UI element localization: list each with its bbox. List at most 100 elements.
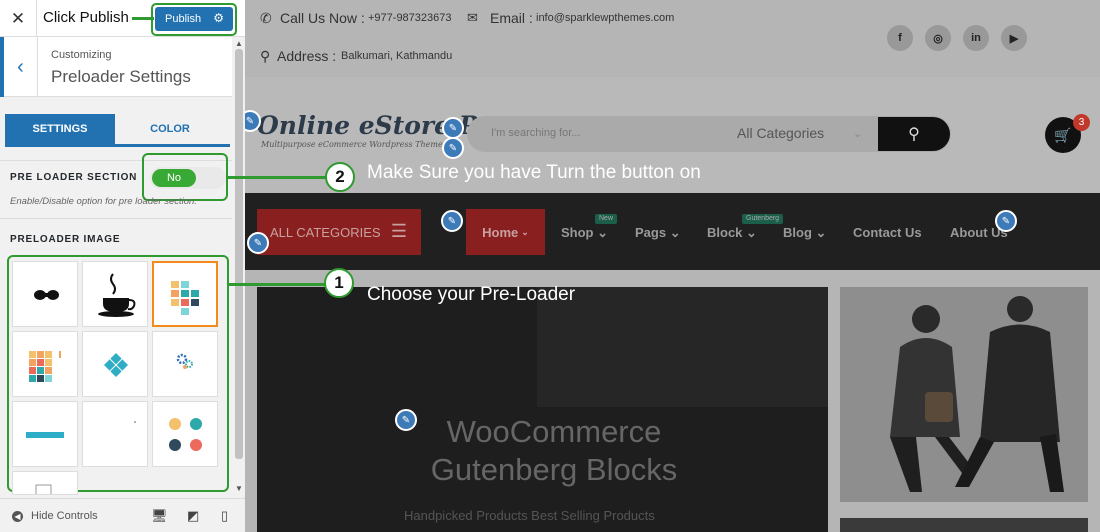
step-2-connector (228, 176, 326, 179)
desktop-preview-icon[interactable]: 🖥 (151, 508, 168, 524)
four-dots-loader-icon (169, 418, 202, 451)
loader-option-bar[interactable] (12, 401, 78, 467)
linkedin-icon[interactable]: in (963, 25, 989, 51)
gutenberg-badge: Gutenberg (742, 214, 784, 224)
customizer-header: ✕ Click Publish Publish ⚙ (0, 0, 245, 37)
step-1-badge: 1 (324, 268, 354, 298)
email-icon: ✉ (467, 10, 478, 25)
search-input[interactable]: I'm searching for... (491, 127, 581, 139)
loader-option-coffee[interactable] (82, 261, 148, 327)
new-badge: New (595, 214, 618, 224)
nav-home-label: Home (482, 224, 519, 240)
coffee-cup-loader-icon (98, 273, 136, 317)
site-tagline: Multipurpose eCommerce Wordpress Theme (261, 140, 443, 149)
loader-option-gears[interactable] (152, 331, 218, 397)
mobile-preview-icon[interactable]: ▯ (221, 508, 228, 524)
hero-title: WooCommerce Gutenberg Blocks (430, 414, 678, 487)
loader-option-partial[interactable] (12, 471, 78, 495)
divider (0, 218, 232, 219)
second-photo (840, 518, 1088, 532)
breadcrumb: Customizing (51, 49, 112, 61)
nav-pags[interactable]: Pags ⌄ (635, 225, 681, 241)
nav-block[interactable]: Block ⌄ (707, 225, 757, 241)
publish-hint: Click Publish (43, 9, 129, 26)
loader-option-dot[interactable] (82, 401, 148, 467)
address-value: Balkumari, Kathmandu (341, 50, 453, 62)
call-label: Call Us Now : (280, 10, 365, 26)
step-2-badge: 2 (325, 162, 355, 192)
location-icon: ⚲ (260, 48, 271, 64)
hide-controls-button[interactable]: ◀ Hide Controls (12, 510, 98, 522)
loader-option-color-grid[interactable] (12, 331, 78, 397)
all-categories-button[interactable]: ALL CATEGORIES ☰ (257, 209, 421, 255)
preloader-section-label: PRE LOADER SECTION (10, 172, 138, 183)
section-tabs: SETTINGS COLOR (5, 114, 230, 147)
tablet-preview-icon[interactable]: ◩ (187, 508, 199, 524)
back-button[interactable]: ‹ (0, 37, 38, 97)
progress-bar-loader-icon (26, 432, 64, 438)
edit-shortcut-icon[interactable]: ✎ (441, 210, 463, 232)
nav-blog[interactable]: Blog ⌄ (783, 225, 826, 241)
site-preview: ✆ Call Us Now : +977-987323673 ✉ Email :… (245, 0, 1100, 532)
partial-loader-icon (35, 484, 52, 494)
email-label: Email : (490, 10, 533, 26)
fashion-couple-image (840, 287, 1088, 502)
menu-icon: ☰ (390, 221, 407, 241)
fashion-photo (840, 287, 1088, 502)
customizer-sidebar: ✕ Click Publish Publish ⚙ 3 ‹ Customizin… (0, 0, 245, 532)
hide-controls-label: Hide Controls (31, 510, 98, 522)
cart-icon: 🛒 (1054, 126, 1072, 143)
edit-shortcut-icon[interactable]: ✎ (995, 210, 1017, 232)
scroll-thumb[interactable] (235, 49, 243, 459)
dot-loader-icon (134, 421, 136, 423)
gears-loader-icon (176, 353, 193, 369)
category-select[interactable]: All Categories (737, 125, 824, 141)
infinity-loader-icon (34, 290, 59, 300)
step-2-text: Make Sure you have Turn the button on (367, 162, 701, 183)
edit-shortcut-icon[interactable]: ✎ (442, 117, 464, 139)
edit-shortcut-icon[interactable]: ✎ (247, 232, 269, 254)
preloader-toggle[interactable]: No (150, 167, 226, 189)
search-button[interactable]: ⚲ (878, 117, 950, 151)
hero-shade (537, 287, 828, 407)
preloader-section-description: Enable/Disable option for pre loader sec… (10, 196, 197, 207)
scroll-up-icon[interactable]: ▲ (235, 39, 243, 48)
search-icon: ⚲ (908, 126, 920, 143)
edit-shortcut-icon[interactable]: ✎ (442, 137, 464, 159)
loader-option-diamond[interactable] (82, 331, 148, 397)
color-grid-loader-icon (29, 351, 61, 382)
preloader-image-label: PRELOADER IMAGE (10, 234, 121, 245)
facebook-icon[interactable]: f (887, 25, 913, 51)
collapse-icon: ◀ (12, 510, 23, 522)
all-categories-label: ALL CATEGORIES (270, 224, 381, 240)
instagram-icon[interactable]: ◎ (925, 25, 951, 51)
call-value: +977-987323673 (368, 12, 452, 24)
color-squares-loader-icon (171, 281, 199, 315)
hero-subtitle: Handpicked Products Best Selling Product… (404, 508, 655, 523)
cart-count-badge: 3 (1073, 114, 1090, 131)
chevron-left-icon: ‹ (17, 55, 24, 78)
tab-settings[interactable]: SETTINGS (5, 114, 115, 144)
nav-contact[interactable]: Contact Us (853, 225, 922, 240)
loader-option-four-dots[interactable] (152, 401, 218, 467)
email-value: info@sparklewpthemes.com (536, 12, 675, 24)
panel-title: Preloader Settings (51, 67, 191, 86)
phone-icon: ✆ (260, 10, 272, 26)
hero-banner: ✎ WooCommerce Gutenberg Blocks Handpicke… (257, 287, 828, 532)
tab-color[interactable]: COLOR (115, 114, 225, 144)
youtube-icon[interactable]: ▶ (1001, 25, 1027, 51)
nav-shop[interactable]: Shop ⌄ (561, 225, 608, 241)
publish-highlight (151, 3, 237, 36)
loader-option-color-squares[interactable] (152, 261, 218, 327)
sidebar-scrollbar[interactable]: ▲ ▼ (232, 37, 245, 497)
toggle-state: No (152, 169, 196, 187)
close-icon[interactable]: ✕ (0, 0, 37, 37)
panel-header: ‹ Customizing Preloader Settings (0, 37, 232, 97)
scroll-down-icon[interactable]: ▼ (235, 484, 243, 493)
step-1-text: Choose your Pre-Loader (367, 284, 576, 305)
nav-home[interactable]: Home ⌄ (466, 209, 545, 255)
step-1-connector (229, 283, 325, 286)
loader-option-infinity[interactable] (12, 261, 78, 327)
rotating-diamond-loader-icon (104, 353, 128, 377)
main-navigation: ALL CATEGORIES ☰ ✎ ✎ Home ⌄ New Shop ⌄ Pa… (245, 193, 1100, 270)
